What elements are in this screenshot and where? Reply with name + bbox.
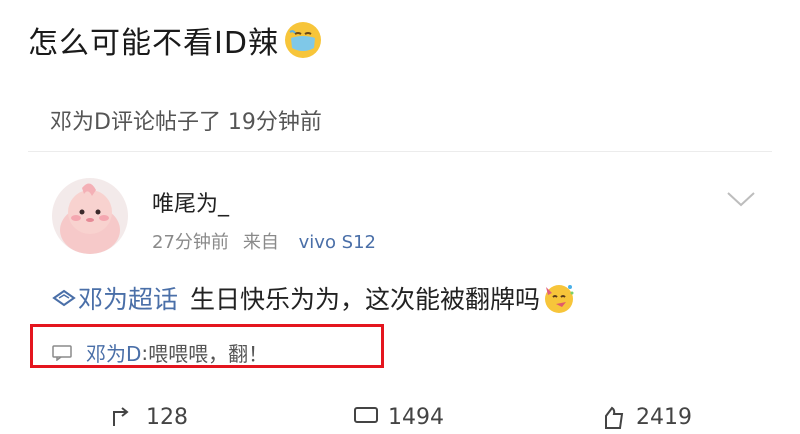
chevron-down-icon[interactable] [724, 188, 758, 210]
super-topic-icon [52, 289, 76, 307]
header-text: 怎么可能不看ID辣 [28, 18, 323, 62]
repost-button[interactable]: 128 [110, 404, 188, 430]
post-device[interactable]: vivo S12 [299, 232, 376, 253]
post-username[interactable]: 唯尾为_ [152, 186, 229, 218]
avatar[interactable] [52, 178, 128, 254]
topic-link[interactable]: 邓为超话 [52, 280, 178, 316]
post-from-label: 来自 [242, 232, 279, 253]
post-content: 邓为超话 生日快乐为为，这次能被翻牌吗 [52, 280, 576, 316]
post-text: 生日快乐为为，这次能被翻牌吗 [190, 285, 541, 314]
comment-text: 喂喂喂，翻！ [148, 342, 269, 366]
comment-count-icon [354, 407, 378, 423]
like-count: 2419 [636, 404, 692, 430]
topic-label: 邓为超话 [78, 285, 179, 314]
comment-icon [52, 344, 72, 361]
post-meta: 27分钟前 来自 vivo S12 [152, 228, 376, 254]
avatar-image [52, 178, 128, 254]
mask-face-emoji-icon [284, 22, 321, 58]
comment-separator: : [141, 340, 149, 365]
activity-line: 邓为D评论帖子了 19分钟前 [50, 110, 322, 135]
action-bar: 128 1494 2419 [0, 404, 800, 434]
like-button[interactable]: 2419 [600, 404, 692, 430]
repost-icon [113, 407, 129, 426]
comment-preview[interactable]: 邓为D: 喂喂喂，翻！ [52, 338, 268, 367]
post-time: 27分钟前 [152, 232, 229, 253]
divider [28, 151, 772, 152]
party-face-emoji-icon [545, 285, 574, 313]
thumbs-up-icon [605, 406, 624, 429]
comment-count: 1494 [388, 404, 444, 430]
header-text-label: 怎么可能不看ID辣 [28, 26, 279, 61]
comment-author[interactable]: 邓为D [86, 338, 141, 367]
repost-count: 128 [146, 404, 188, 430]
comment-button[interactable]: 1494 [352, 404, 444, 430]
